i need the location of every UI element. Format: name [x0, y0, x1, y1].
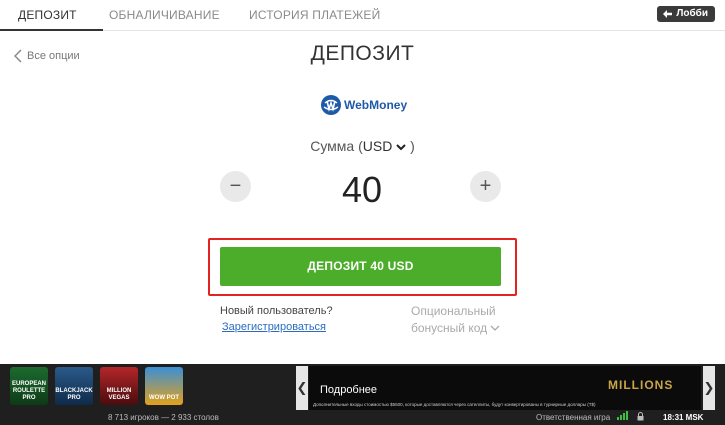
- currency-select[interactable]: USD: [363, 138, 406, 154]
- lobby-label: Лобби: [676, 8, 708, 19]
- promo-code-label-2: бонусный код: [411, 321, 488, 335]
- game-label: WOW POT: [149, 395, 179, 401]
- connection-signal-icon: [617, 411, 628, 420]
- ad-title: Подробнее: [320, 384, 378, 396]
- deposit-panel: ДЕПОЗИТ ОБНАЛИЧИВАНИЕ ИСТОРИЯ ПЛАТЕЖЕЙ Л…: [0, 0, 725, 364]
- ad-next-button[interactable]: ❯: [703, 366, 715, 410]
- tab-bar: ДЕПОЗИТ ОБНАЛИЧИВАНИЕ ИСТОРИЯ ПЛАТЕЖЕЙ Л…: [0, 0, 725, 31]
- page-title: ДЕПОЗИТ: [310, 42, 415, 65]
- chevron-down-icon: [490, 325, 500, 331]
- ad-logo: MILLIONS: [608, 378, 674, 392]
- chevron-down-icon: [396, 144, 406, 151]
- lobby-button[interactable]: Лобби: [657, 6, 715, 22]
- game-thumb-european-roulette[interactable]: EUROPEAN ROULETTE PRO: [10, 367, 48, 405]
- game-label: MILLION VEGAS: [106, 388, 132, 401]
- payment-method-name: WebMoney: [344, 98, 408, 112]
- ad-prev-button[interactable]: ❮: [296, 366, 308, 410]
- game-thumb-wow-pot[interactable]: WOW POT: [145, 367, 183, 405]
- stats-separator: —: [161, 413, 170, 422]
- lock-icon: [637, 412, 644, 421]
- promo-code-label: Опциональный: [411, 304, 496, 318]
- game-thumb-blackjack[interactable]: BLACKJACK PRO: [55, 367, 93, 405]
- webmoney-globe-icon: [321, 95, 341, 115]
- responsible-gaming-link[interactable]: Ответственная игра: [536, 413, 610, 422]
- game-thumb-million-vegas[interactable]: MILLION VEGAS: [100, 367, 138, 405]
- tab-withdraw[interactable]: ОБНАЛИЧИВАНИЕ: [109, 0, 220, 30]
- register-link[interactable]: Зарегистрироваться: [222, 321, 326, 333]
- new-user-text: Новый пользователь?: [220, 305, 333, 317]
- tab-payment-history[interactable]: ИСТОРИЯ ПЛАТЕЖЕЙ: [249, 0, 380, 30]
- decrease-amount-button[interactable]: −: [220, 171, 251, 202]
- payment-method-logo: WebMoney: [320, 94, 407, 116]
- tab-deposit[interactable]: ДЕПОЗИТ: [0, 0, 103, 31]
- deposit-button[interactable]: ДЕПОЗИТ 40 USD: [220, 247, 501, 286]
- players-count: 8 713 игроков: [108, 413, 159, 422]
- game-label: BLACKJACK PRO: [55, 388, 93, 401]
- amount-label-prefix: Сумма (: [310, 138, 363, 154]
- amount-label: Сумма (USD ): [0, 138, 725, 154]
- back-arrow-icon: [663, 10, 673, 18]
- amount-label-suffix: ): [406, 138, 415, 154]
- ad-description: Дополнительные входы стоимостью $5500, к…: [313, 402, 596, 407]
- game-label: EUROPEAN ROULETTE PRO: [11, 381, 46, 401]
- increase-amount-button[interactable]: +: [470, 171, 501, 202]
- currency-value: USD: [362, 138, 393, 154]
- promo-code-toggle[interactable]: бонусный код: [411, 321, 500, 335]
- tables-count: 2 933 столов: [171, 413, 219, 422]
- online-stats: 8 713 игроков — 2 933 столов: [108, 413, 219, 422]
- amount-input[interactable]: [300, 168, 424, 212]
- clock: 18:31 MSK: [663, 413, 704, 422]
